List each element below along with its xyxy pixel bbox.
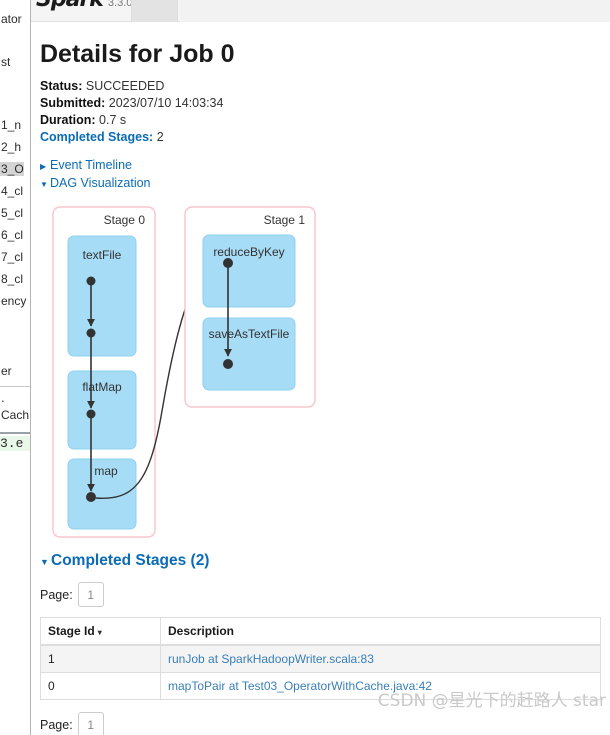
job-duration-label: Duration: [40, 113, 96, 127]
column-header-description-label: Description [168, 624, 235, 638]
completed-stages-title: Completed Stages (2) [51, 552, 210, 569]
event-timeline-label: Event Timeline [50, 158, 132, 172]
ide-gutter-line [0, 432, 30, 434]
completed-stages-section-toggle[interactable]: ▼ Completed Stages (2) [40, 552, 601, 570]
navbar-filler [180, 0, 610, 22]
dag-point-saveastextfile [223, 359, 233, 369]
ide-tree-item[interactable]: 2_h [0, 140, 21, 154]
cell-description: mapToPair at Test03_OperatorWithCache.ja… [160, 672, 601, 700]
job-duration-line: Duration: 0.7 s [40, 112, 601, 128]
dag-node-label-saveastextfile: saveAsTextFile [209, 327, 290, 341]
navbar: Spark 3.3.0 [31, 0, 610, 22]
job-status-label: Status: [40, 79, 83, 93]
page-title: Details for Job 0 [40, 40, 235, 68]
event-timeline-toggle[interactable]: ▶ Event Timeline [40, 157, 601, 175]
stage-description-link[interactable]: mapToPair at Test03_OperatorWithCache.ja… [168, 679, 432, 693]
column-header-stage-id[interactable]: Stage Id ▾ [40, 617, 161, 646]
table-row: 0 mapToPair at Test03_OperatorWithCache.j… [40, 672, 601, 700]
dag-point-textfile-end [86, 328, 96, 338]
ide-tree-item[interactable]: 1_n [0, 118, 21, 132]
ide-tree-item[interactable]: ator [0, 12, 22, 26]
table-header-row: Stage Id ▾ Description [40, 617, 601, 646]
column-header-description[interactable]: Description [160, 617, 601, 646]
ide-tree-item[interactable]: 5_cl [0, 206, 23, 220]
job-completed-stages-line[interactable]: Completed Stages: 2 [40, 129, 601, 145]
dag-stage-0-label: Stage 0 [104, 213, 146, 227]
ide-tree-item[interactable]: 3_O [0, 162, 24, 176]
ide-tree-item[interactable]: Cach [0, 408, 29, 422]
cell-stage-id: 0 [40, 672, 161, 700]
dag-point-map [86, 492, 96, 502]
dag-node-label-flatmap: flatMap [82, 380, 122, 394]
dag-visualization-panel: Stage 0 textFile flatMap map Stage 1 red… [40, 201, 601, 546]
dag-graph: Stage 0 textFile flatMap map Stage 1 red… [52, 206, 316, 538]
dag-point-flatmap [86, 409, 96, 419]
spark-version-label: 3.3.0 [107, 0, 133, 9]
cell-description: runJob at SparkHadoopWriter.scala:83 [160, 644, 601, 673]
ide-code-line: 3.e [0, 436, 30, 451]
spark-logo: Spark [36, 0, 104, 11]
job-submitted-label: Submitted: [40, 96, 106, 110]
ide-divider [0, 386, 30, 387]
table-row: 1 runJob at SparkHadoopWriter.scala:83 [40, 644, 601, 673]
collapsible-toggles: ▶ Event Timeline ▼ DAG Visualization [40, 157, 601, 193]
ide-tree-item[interactable]: ency [0, 294, 26, 308]
job-duration-value: 0.7 s [99, 113, 127, 127]
chevron-down-icon-stages: ▼ [40, 557, 49, 567]
background-ide-window: ator st 1_n 2_h 3_O 4_cl 5_cl 6_cl 7_cl 8_clency e… [0, 0, 31, 735]
job-submitted-value: 2023/07/10 14:03:34 [108, 96, 224, 110]
pagination-top: Page: [40, 582, 601, 607]
job-submitted-line: Submitted: 2023/07/10 14:03:34 [40, 95, 601, 111]
dag-visualization-label: DAG Visualization [50, 176, 151, 190]
job-completed-stages-value: 2 [156, 130, 164, 144]
ide-tree-item[interactable]: st [0, 55, 10, 69]
sort-caret-icon: ▾ [97, 628, 102, 637]
dag-node-label-textfile: textFile [83, 248, 122, 262]
chevron-down-icon: ▼ [40, 180, 48, 189]
dag-point-textfile-out [86, 276, 96, 286]
stage-description-link[interactable]: runJob at SparkHadoopWriter.scala:83 [168, 652, 374, 666]
job-status-line: Status: SUCCEEDED [40, 78, 601, 94]
job-completed-stages-label: Completed Stages: [40, 130, 154, 144]
spark-web-ui: Spark 3.3.0 Details for Job 0 Status: SU… [31, 0, 610, 735]
dag-stage-1-label: Stage 1 [264, 213, 306, 227]
page-input-top[interactable] [77, 582, 104, 607]
ide-tree-item[interactable]: 7_cl [0, 250, 23, 264]
ide-tree-item[interactable]: 6_cl [0, 228, 23, 242]
cell-stage-id: 1 [40, 644, 161, 673]
page-input-bottom[interactable] [77, 712, 104, 735]
dag-visualization-toggle[interactable]: ▼ DAG Visualization [40, 175, 601, 193]
dag-point-reducebykey [223, 258, 233, 268]
dag-node-label-reducebykey: reduceByKey [213, 245, 284, 259]
pagination-bottom: Page: [40, 712, 601, 735]
ide-tree-item[interactable]: 4_cl [0, 184, 23, 198]
ide-tree-item[interactable]: er [0, 364, 12, 378]
chevron-right-icon: ▶ [40, 162, 47, 171]
spark-brand[interactable]: Spark 3.3.0 [36, 0, 132, 11]
ide-dot-row: . [1, 390, 5, 405]
page-label-bottom: Page: [40, 717, 73, 732]
dag-node-label-map: map [94, 464, 118, 478]
job-status-value: SUCCEEDED [85, 79, 165, 93]
page-label-top: Page: [40, 587, 73, 602]
job-detail-content: Details for Job 0 Status: SUCCEEDED Subm… [31, 40, 610, 735]
completed-stages-table: Stage Id ▾ Description 1 runJob at SparkHa… [40, 617, 601, 700]
screenshot-root: ator st 1_n 2_h 3_O 4_cl 5_cl 6_cl 7_cl 8_clency e… [0, 0, 610, 735]
navbar-active-tab[interactable] [131, 0, 178, 22]
ide-tree-item[interactable]: 8_cl [0, 272, 23, 286]
column-header-stage-id-label: Stage Id [48, 624, 95, 638]
